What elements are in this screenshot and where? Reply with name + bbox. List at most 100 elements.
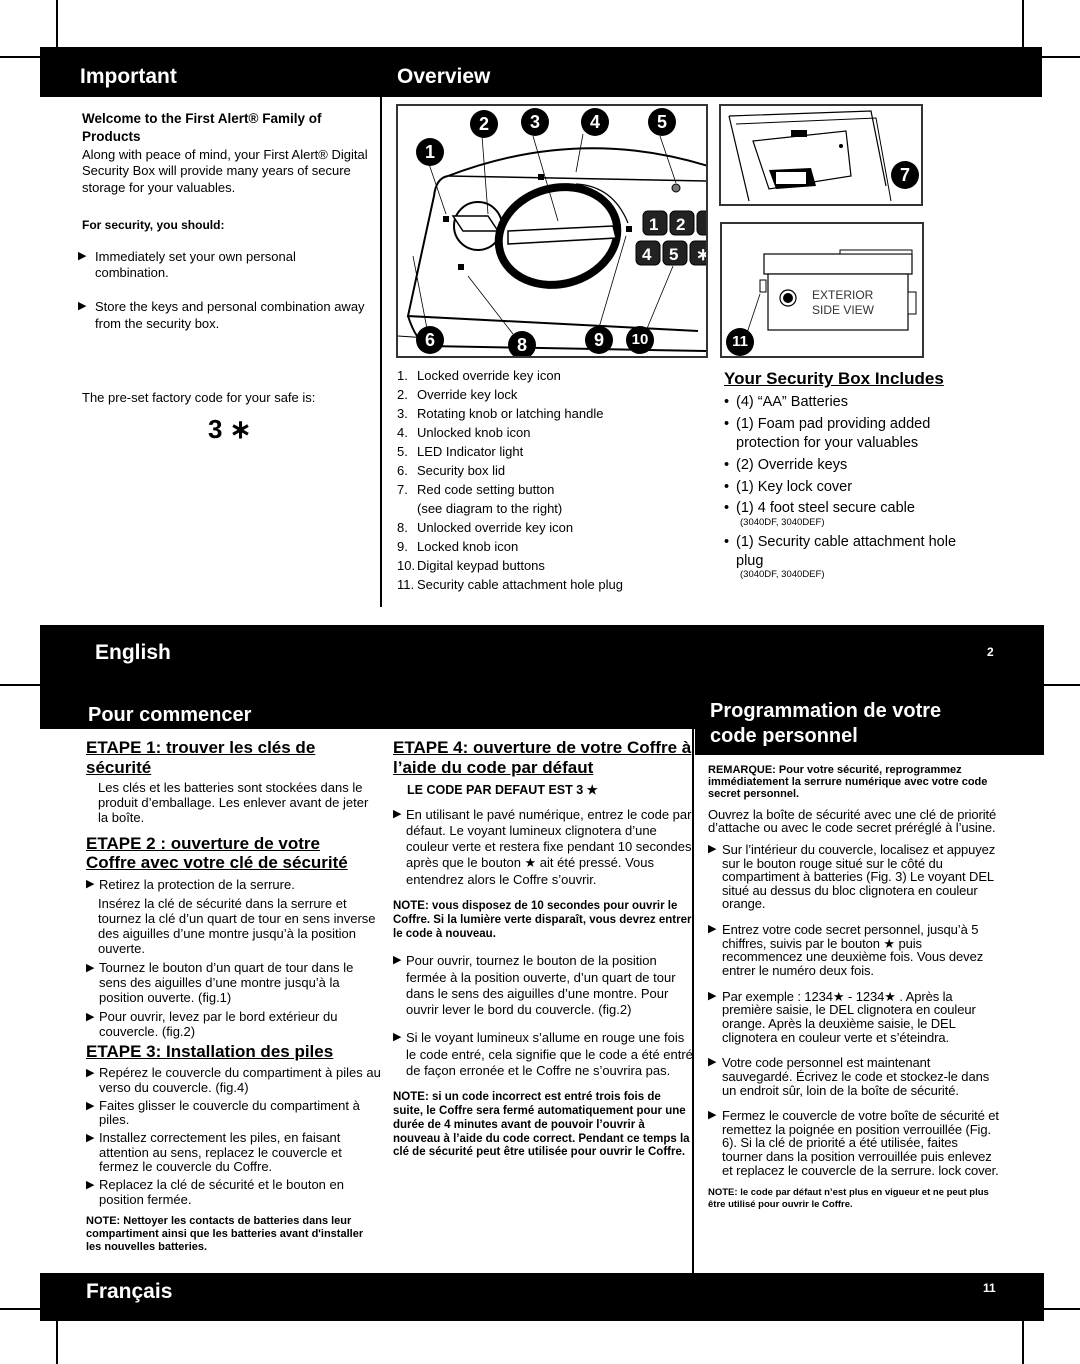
default-code-line: LE CODE PAR DEFAUT EST 3 ★ bbox=[407, 783, 598, 798]
etape2-heading: ETAPE 2 : ouverture de votre Coffre avec… bbox=[86, 833, 348, 873]
legend-item: 9. Locked knob icon bbox=[397, 539, 519, 554]
legend-item: (see diagram to the right) bbox=[417, 501, 563, 516]
welcome-text: Along with peace of mind, your First Ale… bbox=[82, 147, 368, 195]
keypad-key: 1 bbox=[649, 215, 658, 234]
arrow-bullet-icon: ▶ bbox=[393, 807, 402, 820]
footer-bar-french bbox=[40, 1273, 1044, 1321]
arrow-bullet-icon: ▶ bbox=[393, 1031, 402, 1044]
legend-item: 2. Override key lock bbox=[397, 387, 518, 402]
arrow-bullet-icon: ▶ bbox=[708, 842, 717, 855]
arrow-bullet-icon: ▶ bbox=[86, 1010, 95, 1023]
crop-mark bbox=[0, 56, 40, 58]
language-label: English bbox=[95, 641, 171, 664]
programmation-item: ▶ Entrez votre code secret personnel, jus… bbox=[708, 922, 984, 979]
etape2-item: ▶ Pour ouvrir, levez par le bord extérieu… bbox=[86, 1008, 338, 1039]
arrow-bullet-icon: ▶ bbox=[86, 1132, 95, 1145]
includes-item: • (1) 4 foot steel secure cable bbox=[724, 500, 915, 517]
etape3-note: NOTE: Nettoyer les contacts de batteries… bbox=[86, 1214, 364, 1254]
welcome-heading: Welcome to the First Alert® Family of Pr… bbox=[82, 111, 322, 144]
page-number: 11 bbox=[983, 1281, 996, 1295]
programmation-title: Programmation de votre code personnel bbox=[710, 700, 942, 747]
arrow-bullet-icon: ▶ bbox=[708, 1056, 717, 1069]
pour-commencer-title: Pour commencer bbox=[88, 704, 252, 726]
programmation-item: ▶ Votre code personnel est maintenant sau… bbox=[708, 1055, 990, 1098]
factory-code-label: The pre-set factory code for your safe i… bbox=[82, 390, 316, 405]
legend-item: 3. Rotating knob or latching handle bbox=[397, 406, 604, 421]
includes-section: Your Security Box Includes • (4) “AA” Bat… bbox=[724, 368, 1024, 585]
keypad-key: 5 bbox=[669, 245, 678, 264]
important-section: Welcome to the First Alert® Family of Pr… bbox=[78, 110, 372, 332]
crop-mark bbox=[1042, 684, 1080, 686]
programmation-intro: Ouvrez la boîte de sécurité avec une clé… bbox=[708, 806, 997, 836]
column-programmation: REMARQUE: Pour votre sécurité, reprogram… bbox=[708, 764, 1000, 1210]
etape3-item: ▶ Replacez la clé de sécurité et le bouto… bbox=[86, 1177, 344, 1207]
column-etapes-1-3: ETAPE 1: trouver les clés de sécurité Le… bbox=[86, 738, 381, 1254]
etape3-heading: ETAPE 3: Installation des piles bbox=[86, 1041, 334, 1061]
callout-badge: 2 bbox=[470, 110, 498, 138]
etape4-item: ▶ Si le voyant lumineux s’allume en rouge… bbox=[393, 1030, 693, 1078]
keypad-key: 2 bbox=[676, 215, 685, 234]
crop-mark bbox=[56, 0, 58, 48]
includes-item: • (1) Security cable attachment hole plug bbox=[724, 533, 957, 569]
footer-bar-english bbox=[40, 625, 1044, 685]
arrow-bullet-icon: ▶ bbox=[708, 1109, 717, 1122]
callout-badge: 6 bbox=[416, 326, 444, 354]
crop-mark bbox=[1042, 56, 1080, 58]
includes-item: • (1) Key lock cover bbox=[724, 478, 853, 495]
programmation-note: NOTE: le code par défaut n’est plus en v… bbox=[708, 1187, 989, 1210]
crop-mark bbox=[0, 1308, 40, 1310]
programmation-item: ▶ Fermez le couvercle de votre boîte de s… bbox=[708, 1108, 999, 1178]
etape4-note: NOTE: si un code incorrect est entré tro… bbox=[393, 1091, 690, 1159]
crop-mark bbox=[1042, 1308, 1080, 1310]
etape2-item: ▶ Tournez le bouton d’un quart de tour da… bbox=[86, 960, 354, 1005]
page-number: 2 bbox=[987, 645, 994, 659]
crop-mark bbox=[1022, 1320, 1024, 1364]
arrow-bullet-icon: ▶ bbox=[78, 249, 87, 262]
safe-front-diagram: 1 2 4 5 ∗ 1 2 3 4 5 6 8 9 10 bbox=[396, 104, 708, 358]
programmation-item: ▶ Par exemple : 1234★ - 1234★ . Après la … bbox=[708, 988, 976, 1045]
etape2-item: ▶ Retirez la protection de la serrure. bbox=[86, 877, 295, 892]
arrow-bullet-icon: ▶ bbox=[86, 878, 95, 890]
remarque-text: REMARQUE: Pour votre sécurité, reprogram… bbox=[708, 764, 988, 800]
model-note: (3040DF, 3040DEF) bbox=[740, 517, 825, 529]
arrow-bullet-icon: ▶ bbox=[708, 923, 717, 936]
callout-badge: 3 bbox=[521, 108, 549, 136]
keypad-key: 4 bbox=[642, 245, 652, 264]
arrow-bullet-icon: ▶ bbox=[393, 954, 402, 967]
overview-legend: 1. Locked override key icon 2. Override ke… bbox=[397, 366, 697, 594]
column-etape-4: ETAPE 4: ouverture de votre Coffre à l’a… bbox=[393, 738, 693, 1160]
etape4-heading: ETAPE 4: ouverture de votre Coffre à l’a… bbox=[393, 738, 692, 777]
crop-mark bbox=[56, 1320, 58, 1364]
includes-heading: Your Security Box Includes bbox=[724, 369, 944, 388]
includes-item: • (1) Foam pad providing added protection… bbox=[724, 416, 931, 451]
arrow-bullet-icon: ▶ bbox=[86, 1099, 95, 1112]
crop-mark bbox=[1022, 0, 1024, 48]
crop-mark bbox=[0, 684, 40, 686]
lid-interior-diagram: 7 bbox=[719, 104, 923, 206]
legend-item: 6. Security box lid bbox=[397, 463, 506, 478]
callout-badge: 10 bbox=[626, 326, 654, 354]
etape3-item: ▶ Repérez le couvercle du compartiment à … bbox=[86, 1065, 381, 1095]
important-title: Important bbox=[80, 65, 177, 88]
legend-item: 11. Security cable attachment hole plug bbox=[397, 577, 623, 592]
side-view-label: EXTERIOR SIDE VIEW bbox=[812, 288, 875, 317]
etape3-item: ▶ Installez correctement les piles, en fa… bbox=[86, 1130, 342, 1175]
column-divider bbox=[380, 97, 382, 607]
etape2-text: Insérez la clé de sécurité dans la serru… bbox=[98, 896, 376, 957]
includes-item: • (4) “AA” Batteries bbox=[724, 394, 848, 411]
legend-item: 5. LED Indicator light bbox=[397, 444, 524, 459]
security-heading: For security, you should: bbox=[82, 217, 225, 232]
model-note: (3040DF, 3040DEF) bbox=[740, 569, 825, 581]
arrow-bullet-icon: ▶ bbox=[86, 1179, 95, 1192]
arrow-bullet-icon: ▶ bbox=[78, 300, 87, 313]
overview-title: Overview bbox=[397, 65, 491, 88]
arrow-bullet-icon: ▶ bbox=[708, 989, 717, 1002]
safe-front-illustration: 1 2 4 5 ∗ bbox=[398, 133, 708, 352]
callout-badge: 7 bbox=[891, 161, 919, 189]
callout-badge: 1 bbox=[416, 138, 444, 166]
callout-badge: 5 bbox=[648, 108, 676, 136]
keypad-key: ∗ bbox=[696, 245, 708, 264]
security-item: ▶ Store the keys and personal combinatio… bbox=[78, 299, 365, 331]
language-label: Français bbox=[86, 1280, 173, 1303]
etape4-item: ▶ En utilisant le pavé numérique, entrez … bbox=[393, 806, 692, 887]
